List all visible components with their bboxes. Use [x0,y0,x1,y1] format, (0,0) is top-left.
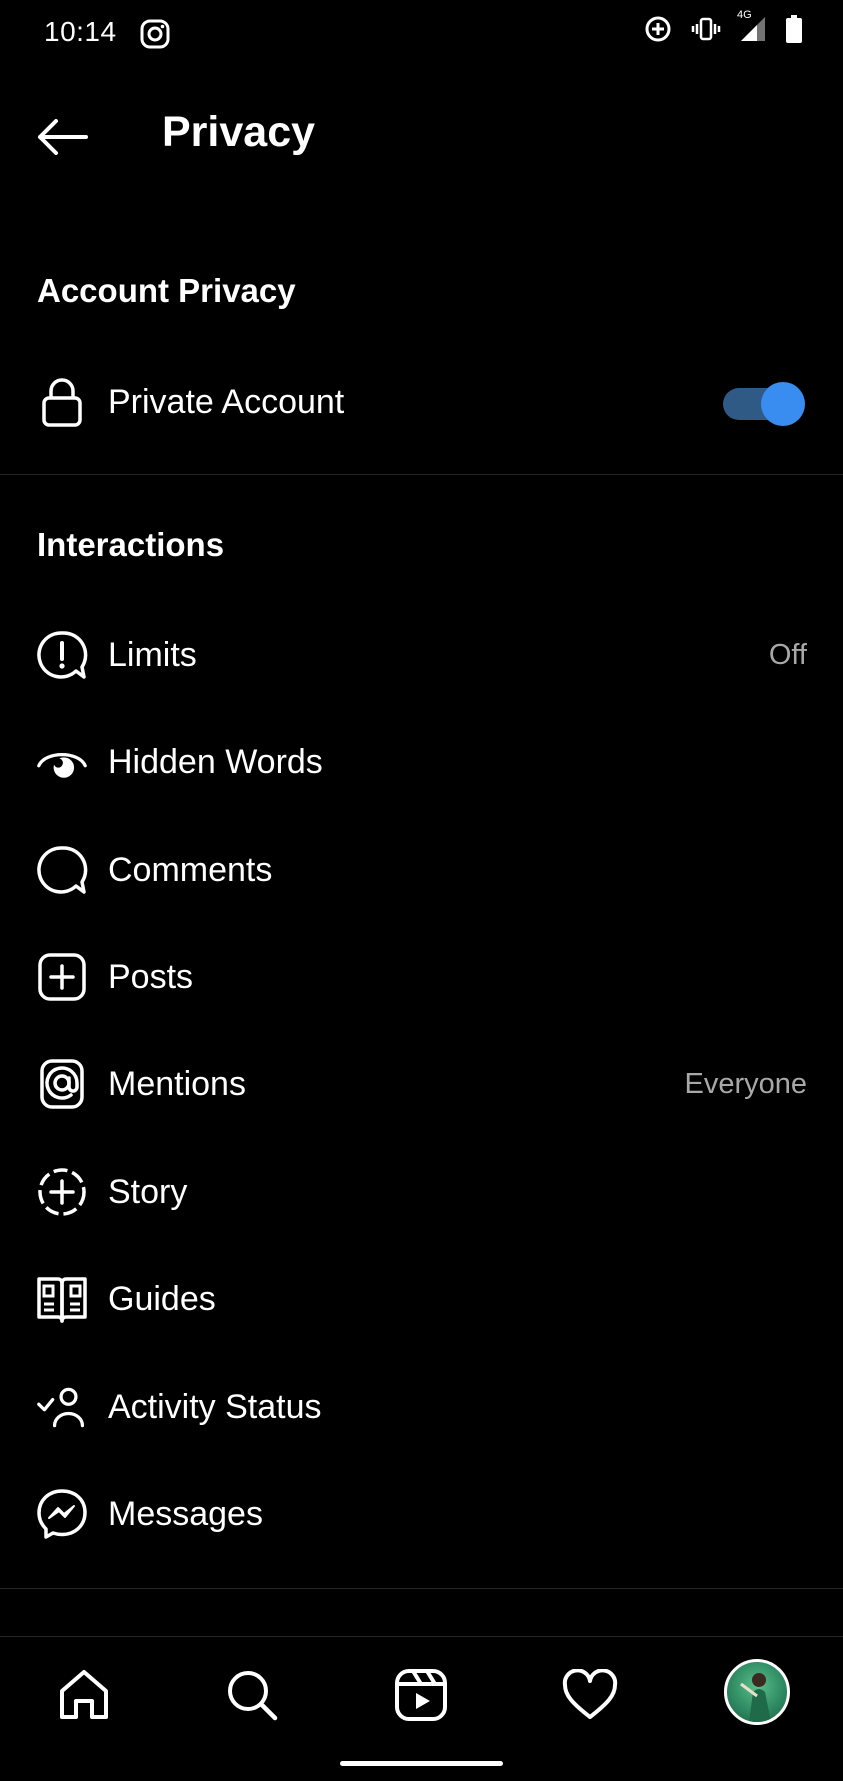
heart-icon[interactable] [560,1665,620,1725]
mentions-value: Everyone [684,1067,807,1100]
posts-row[interactable]: Posts [0,929,843,1025]
page-title: Privacy [162,108,316,156]
home-indicator [340,1761,503,1766]
status-icons: 4G [643,9,803,44]
limits-value: Off [768,638,807,671]
search-icon[interactable] [222,1665,282,1725]
posts-label: Posts [108,957,194,996]
toggle-knob [761,382,805,426]
data-saver-icon [643,14,673,44]
lock-icon [36,376,88,428]
guides-row[interactable]: Guides [0,1251,843,1347]
limits-icon [36,629,88,681]
back-arrow-icon [38,119,88,155]
comment-icon [36,844,88,896]
reels-icon[interactable] [391,1665,451,1725]
limits-label: Limits [108,635,197,674]
add-post-icon [36,951,88,1003]
private-account-row[interactable]: Private Account [0,354,843,450]
avatar-image [740,1673,771,1722]
instagram-notification-icon [140,19,170,49]
bottom-nav [0,1636,843,1781]
comments-row[interactable]: Comments [0,822,843,918]
guides-icon [36,1273,88,1325]
messenger-icon [36,1488,88,1540]
signal-icon: 4G [737,9,767,43]
story-icon [36,1166,88,1218]
messages-row[interactable]: Messages [0,1466,843,1562]
activity-status-label: Activity Status [108,1387,322,1426]
section-title-account-privacy: Account Privacy [37,272,296,309]
messages-label: Messages [108,1494,263,1533]
status-time: 10:14 [44,16,117,47]
story-label: Story [108,1172,188,1211]
private-account-toggle[interactable] [723,382,805,426]
comments-label: Comments [108,850,273,889]
hidden-words-icon [36,736,88,788]
private-account-label: Private Account [108,382,345,421]
activity-status-icon [36,1381,88,1433]
guides-label: Guides [108,1279,216,1318]
mention-icon [36,1058,88,1110]
divider [0,1588,843,1589]
hidden-words-label: Hidden Words [108,742,323,781]
activity-status-row[interactable]: Activity Status [0,1359,843,1455]
section-title-interactions: Interactions [37,526,225,563]
back-button[interactable] [36,112,90,162]
hidden-words-row[interactable]: Hidden Words [0,714,843,810]
mentions-label: Mentions [108,1064,246,1103]
mentions-row[interactable]: Mentions Everyone [0,1036,843,1132]
story-row[interactable]: Story [0,1144,843,1240]
home-icon[interactable] [54,1665,114,1725]
vibrate-icon [691,14,721,44]
limits-row[interactable]: Limits Off [0,607,843,703]
battery-icon [785,14,803,44]
divider [0,474,843,475]
profile-avatar[interactable] [724,1659,790,1725]
